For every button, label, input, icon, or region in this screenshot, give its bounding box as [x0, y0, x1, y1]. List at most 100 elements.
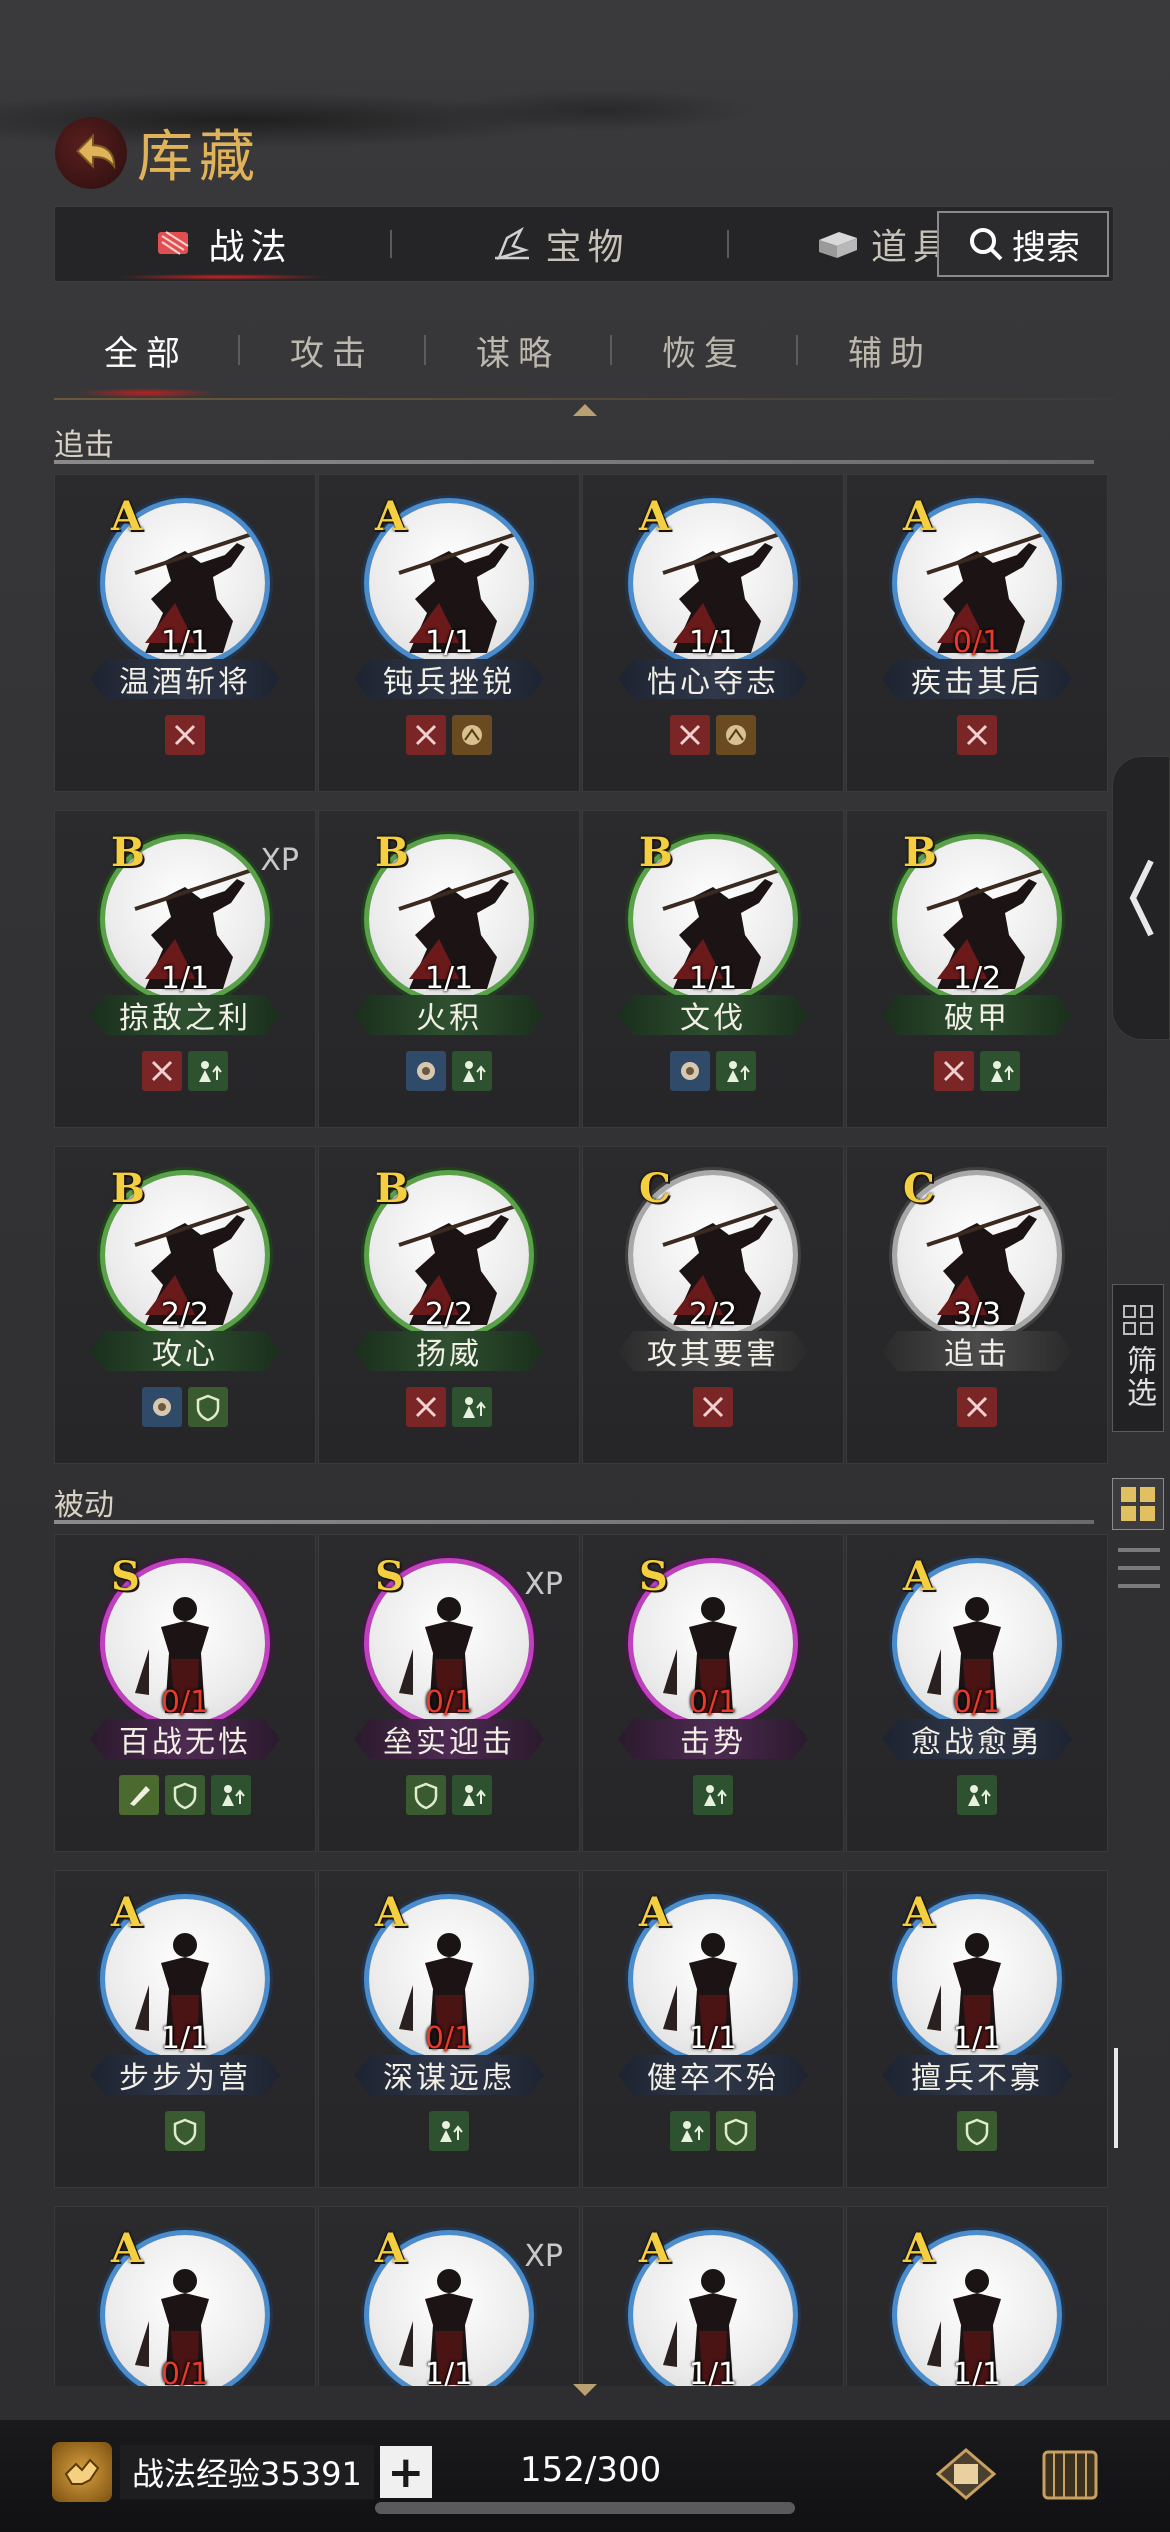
subtab-recovery[interactable]: 恢复 — [612, 326, 796, 375]
skill-card[interactable]: A 1/1 — [582, 2206, 844, 2386]
subtab-attack[interactable]: 攻击 — [240, 326, 424, 375]
skill-grade: S — [639, 1553, 668, 1600]
skill-card[interactable]: B 1/2 破甲 — [846, 810, 1108, 1128]
page-title: 库藏 — [137, 125, 261, 190]
skill-name: 擅兵不寡 — [882, 2055, 1072, 2095]
skill-name: 文伐 — [618, 995, 808, 1035]
stat-tag-icon — [693, 1775, 733, 1815]
intel-tag-icon — [142, 1387, 182, 1427]
stat-tag-icon — [452, 1775, 492, 1815]
side-panel-handle[interactable] — [1112, 756, 1170, 1040]
skill-card[interactable]: S 0/1 百战无怯 — [54, 1534, 316, 1852]
stat-tag-icon — [980, 1051, 1020, 1091]
skill-card[interactable]: A 1/1 怙心夺志 — [582, 474, 844, 792]
intel-tag-icon — [670, 1051, 710, 1091]
storage-chest-icon[interactable] — [1034, 2438, 1106, 2510]
filter-button[interactable]: 筛选 — [1112, 1284, 1164, 1432]
skill-card[interactable]: A 1/1 温酒斩将 — [54, 474, 316, 792]
skill-grade: A — [375, 1889, 407, 1936]
skill-grade: A — [111, 2225, 143, 2272]
skill-card[interactable]: B 1/1 文伐 — [582, 810, 844, 1128]
list-view-toggle[interactable] — [1118, 1548, 1160, 1588]
skill-name: 火积 — [354, 995, 544, 1035]
skill-name: 破甲 — [882, 995, 1072, 1035]
scroll-down-arrow-icon — [573, 2384, 597, 2396]
attack-tag-icon — [406, 715, 446, 755]
shield-tag-icon — [957, 2111, 997, 2151]
skill-card[interactable]: B 2/2 攻心 — [54, 1146, 316, 1464]
skill-card[interactable]: A 0/1 疾击其后 — [846, 474, 1108, 792]
chevron-left-icon — [1129, 859, 1154, 937]
storage-capacity: 152/300 — [520, 2450, 662, 2490]
skill-grade: S — [375, 1553, 404, 1600]
bottom-bar: 战法经验35391 + 152/300 — [0, 2420, 1170, 2532]
skill-grade: A — [111, 1889, 143, 1936]
skill-count: 1/1 — [688, 625, 738, 660]
skill-card[interactable]: B XP 1/1 掠敌之利 — [54, 810, 316, 1128]
skill-card[interactable]: A 1/1 钝兵挫锐 — [318, 474, 580, 792]
stat-tag-icon — [957, 1775, 997, 1815]
skill-card[interactable]: B 1/1 火积 — [318, 810, 580, 1128]
skill-tags — [847, 1387, 1107, 1427]
skill-count: 1/1 — [160, 625, 210, 660]
attack-tag-icon — [406, 1387, 446, 1427]
skill-tags — [55, 1051, 315, 1091]
skill-card[interactable]: A 1/1 — [846, 2206, 1108, 2386]
skill-exp-icon — [52, 2442, 112, 2502]
skill-scroll-icon — [152, 224, 198, 264]
shield-tag-icon — [165, 1775, 205, 1815]
skill-tags — [847, 715, 1107, 755]
skill-grade: B — [903, 829, 937, 876]
section-title-passive: 被动 — [54, 1488, 114, 1523]
skill-name: 怙心夺志 — [618, 659, 808, 699]
section-divider — [54, 1520, 1094, 1524]
tab-skills[interactable]: 战法 — [55, 206, 390, 282]
skill-card[interactable]: A 1/1 健卒不殆 — [582, 1870, 844, 2188]
skill-card[interactable]: C 2/2 攻其要害 — [582, 1146, 844, 1464]
skill-grade: C — [903, 1165, 935, 1212]
skill-card[interactable]: B 2/2 扬威 — [318, 1146, 580, 1464]
add-exp-button[interactable]: + — [379, 2446, 432, 2498]
stat-tag-icon — [429, 2111, 469, 2151]
attack-tag-icon — [165, 715, 205, 755]
skill-book-icon[interactable] — [930, 2438, 1002, 2510]
tab-treasure-label: 宝物 — [545, 227, 630, 268]
stat-tag-icon — [670, 2111, 710, 2151]
search-button[interactable]: 搜索 — [937, 211, 1109, 277]
back-button[interactable] — [55, 116, 127, 189]
skill-grade: A — [903, 2225, 935, 2272]
tab-treasure[interactable]: 宝物 — [392, 206, 727, 282]
skill-count: 2/2 — [688, 1297, 738, 1332]
skill-card[interactable]: A 0/1 愈战愈勇 — [846, 1534, 1108, 1852]
skill-count: 1/2 — [952, 961, 1002, 996]
skill-card[interactable]: A 1/1 步步为营 — [54, 1870, 316, 2188]
grid-view-toggle[interactable] — [1112, 1478, 1164, 1530]
skill-card[interactable]: C 3/3 追击 — [846, 1146, 1108, 1464]
skill-card[interactable]: S XP 0/1 垒实迎击 — [318, 1534, 580, 1852]
skill-card[interactable]: S 0/1 击势 — [582, 1534, 844, 1852]
xp-badge: XP — [260, 843, 299, 878]
skill-card[interactable]: A XP 1/1 — [318, 2206, 580, 2386]
skill-name: 健卒不殆 — [618, 2055, 808, 2095]
skill-name: 追击 — [882, 1331, 1072, 1371]
shield-tag-icon — [406, 1775, 446, 1815]
filter-grid-icon — [1123, 1305, 1153, 1335]
skill-grade: B — [375, 829, 409, 876]
skill-name: 百战无怯 — [90, 1719, 280, 1759]
skill-count: 1/1 — [688, 2021, 738, 2056]
stat-tag-icon — [211, 1775, 251, 1815]
skill-tags — [319, 2111, 579, 2151]
skill-card[interactable]: A 1/1 擅兵不寡 — [846, 1870, 1108, 2188]
skill-count: 1/1 — [160, 961, 210, 996]
skill-count: 0/1 — [160, 1685, 210, 1720]
subtab-all[interactable]: 全部 — [54, 326, 238, 398]
subtab-strategy[interactable]: 谋略 — [426, 326, 610, 375]
skill-tags — [319, 1775, 579, 1815]
attack-tag-icon — [957, 1387, 997, 1427]
scrollbar-thumb[interactable] — [1114, 2048, 1118, 2148]
skill-card[interactable]: A 0/1 深谋远虑 — [318, 1870, 580, 2188]
skill-count: 2/2 — [424, 1297, 474, 1332]
skill-card[interactable]: A 0/1 — [54, 2206, 316, 2386]
skill-name: 钝兵挫锐 — [354, 659, 544, 699]
subtab-support[interactable]: 辅助 — [798, 326, 982, 375]
